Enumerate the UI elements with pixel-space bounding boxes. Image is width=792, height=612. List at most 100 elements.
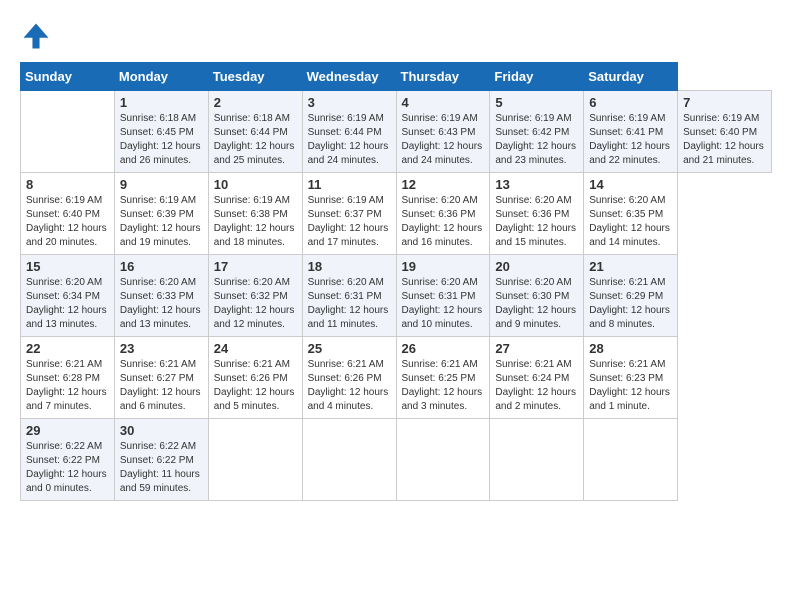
weekday-header-sunday: Sunday bbox=[21, 63, 115, 91]
day-number: 25 bbox=[308, 341, 391, 356]
calendar-day-cell: 21Sunrise: 6:21 AMSunset: 6:29 PMDayligh… bbox=[584, 255, 678, 337]
calendar-day-cell: 4 Sunrise: 6:19 AMSunset: 6:43 PMDaylight… bbox=[396, 91, 490, 173]
day-number: 13 bbox=[495, 177, 578, 192]
day-number: 18 bbox=[308, 259, 391, 274]
day-info: Sunrise: 6:19 AMSunset: 6:43 PMDaylight:… bbox=[402, 112, 485, 168]
day-number: 22 bbox=[26, 341, 109, 356]
calendar-day-cell: 24 Sunrise: 6:21 AMSunset: 6:26 PMDayligh… bbox=[208, 337, 302, 419]
day-info: Sunrise: 6:21 AMSunset: 6:24 PMDaylight:… bbox=[495, 358, 578, 414]
day-number: 2 bbox=[214, 95, 297, 110]
calendar-day-cell: 27 Sunrise: 6:21 AMSunset: 6:24 PMDayligh… bbox=[490, 337, 584, 419]
day-number: 28 bbox=[589, 341, 672, 356]
calendar-day-cell: 20 Sunrise: 6:20 AMSunset: 6:30 PMDayligh… bbox=[490, 255, 584, 337]
calendar-day-cell bbox=[208, 419, 302, 501]
calendar-day-cell: 28 Sunrise: 6:21 AMSunset: 6:23 PMDayligh… bbox=[584, 337, 678, 419]
weekday-header-wednesday: Wednesday bbox=[302, 63, 396, 91]
day-number: 20 bbox=[495, 259, 578, 274]
calendar-day-cell: 10 Sunrise: 6:19 AMSunset: 6:38 PMDayligh… bbox=[208, 173, 302, 255]
calendar-header-row: SundayMondayTuesdayWednesdayThursdayFrid… bbox=[21, 63, 772, 91]
day-info: Sunrise: 6:21 AMSunset: 6:25 PMDaylight:… bbox=[402, 358, 485, 414]
logo-icon bbox=[20, 20, 52, 52]
day-info: Sunrise: 6:22 AMSunset: 6:22 PMDaylight:… bbox=[120, 440, 203, 496]
day-number: 12 bbox=[402, 177, 485, 192]
day-number: 30 bbox=[120, 423, 203, 438]
page-header bbox=[20, 20, 772, 52]
day-info: Sunrise: 6:21 AMSunset: 6:26 PMDaylight:… bbox=[214, 358, 297, 414]
day-info: Sunrise: 6:20 AMSunset: 6:31 PMDaylight:… bbox=[308, 276, 391, 332]
day-info: Sunrise: 6:20 AMSunset: 6:30 PMDaylight:… bbox=[495, 276, 578, 332]
day-number: 14 bbox=[589, 177, 672, 192]
calendar-day-cell bbox=[584, 419, 678, 501]
calendar-day-cell bbox=[490, 419, 584, 501]
weekday-header-friday: Friday bbox=[490, 63, 584, 91]
calendar-day-cell: 18 Sunrise: 6:20 AMSunset: 6:31 PMDayligh… bbox=[302, 255, 396, 337]
day-info: Sunrise: 6:20 AMSunset: 6:32 PMDaylight:… bbox=[214, 276, 297, 332]
day-info: Sunrise: 6:19 AMSunset: 6:42 PMDaylight:… bbox=[495, 112, 578, 168]
day-info: Sunrise: 6:21 AMSunset: 6:23 PMDaylight:… bbox=[589, 358, 672, 414]
day-number: 26 bbox=[402, 341, 485, 356]
day-info: Sunrise: 6:20 AMSunset: 6:33 PMDaylight:… bbox=[120, 276, 203, 332]
calendar-day-cell: 17 Sunrise: 6:20 AMSunset: 6:32 PMDayligh… bbox=[208, 255, 302, 337]
calendar-day-cell: 11 Sunrise: 6:19 AMSunset: 6:37 PMDayligh… bbox=[302, 173, 396, 255]
calendar-day-cell: 3 Sunrise: 6:19 AMSunset: 6:44 PMDaylight… bbox=[302, 91, 396, 173]
calendar-day-cell: 30 Sunrise: 6:22 AMSunset: 6:22 PMDayligh… bbox=[114, 419, 208, 501]
day-info: Sunrise: 6:20 AMSunset: 6:35 PMDaylight:… bbox=[589, 194, 672, 250]
day-info: Sunrise: 6:19 AMSunset: 6:38 PMDaylight:… bbox=[214, 194, 297, 250]
calendar-day-cell: 2Sunrise: 6:18 AMSunset: 6:44 PMDaylight… bbox=[208, 91, 302, 173]
weekday-header-saturday: Saturday bbox=[584, 63, 678, 91]
calendar-day-cell: 14 Sunrise: 6:20 AMSunset: 6:35 PMDayligh… bbox=[584, 173, 678, 255]
calendar-day-cell: 1Sunrise: 6:18 AMSunset: 6:45 PMDaylight… bbox=[114, 91, 208, 173]
day-number: 24 bbox=[214, 341, 297, 356]
calendar-day-cell: 29 Sunrise: 6:22 AMSunset: 6:22 PMDayligh… bbox=[21, 419, 115, 501]
day-number: 27 bbox=[495, 341, 578, 356]
day-number: 17 bbox=[214, 259, 297, 274]
day-number: 10 bbox=[214, 177, 297, 192]
day-number: 7 bbox=[683, 95, 766, 110]
weekday-header-monday: Monday bbox=[114, 63, 208, 91]
day-number: 16 bbox=[120, 259, 203, 274]
logo bbox=[20, 20, 56, 52]
day-number: 15 bbox=[26, 259, 109, 274]
day-info: Sunrise: 6:20 AMSunset: 6:36 PMDaylight:… bbox=[402, 194, 485, 250]
day-number: 21 bbox=[589, 259, 672, 274]
day-number: 6 bbox=[589, 95, 672, 110]
day-info: Sunrise: 6:21 AMSunset: 6:28 PMDaylight:… bbox=[26, 358, 109, 414]
calendar-table: SundayMondayTuesdayWednesdayThursdayFrid… bbox=[20, 62, 772, 501]
calendar-day-cell: 8Sunrise: 6:19 AMSunset: 6:40 PMDaylight… bbox=[21, 173, 115, 255]
day-number: 8 bbox=[26, 177, 109, 192]
day-number: 4 bbox=[402, 95, 485, 110]
calendar-day-cell: 12 Sunrise: 6:20 AMSunset: 6:36 PMDayligh… bbox=[396, 173, 490, 255]
day-number: 5 bbox=[495, 95, 578, 110]
weekday-header-thursday: Thursday bbox=[396, 63, 490, 91]
calendar-day-cell: 22 Sunrise: 6:21 AMSunset: 6:28 PMDayligh… bbox=[21, 337, 115, 419]
day-number: 29 bbox=[26, 423, 109, 438]
day-info: Sunrise: 6:22 AMSunset: 6:22 PMDaylight:… bbox=[26, 440, 109, 496]
day-info: Sunrise: 6:20 AMSunset: 6:36 PMDaylight:… bbox=[495, 194, 578, 250]
day-info: Sunrise: 6:19 AMSunset: 6:40 PMDaylight:… bbox=[683, 112, 766, 168]
calendar-day-cell bbox=[21, 91, 115, 173]
calendar-day-cell: 5 Sunrise: 6:19 AMSunset: 6:42 PMDaylight… bbox=[490, 91, 584, 173]
calendar-day-cell: 25 Sunrise: 6:21 AMSunset: 6:26 PMDayligh… bbox=[302, 337, 396, 419]
day-info: Sunrise: 6:19 AMSunset: 6:41 PMDaylight:… bbox=[589, 112, 672, 168]
calendar-day-cell: 13 Sunrise: 6:20 AMSunset: 6:36 PMDayligh… bbox=[490, 173, 584, 255]
day-info: Sunrise: 6:21 AMSunset: 6:26 PMDaylight:… bbox=[308, 358, 391, 414]
calendar-day-cell: 6 Sunrise: 6:19 AMSunset: 6:41 PMDaylight… bbox=[584, 91, 678, 173]
day-info: Sunrise: 6:19 AMSunset: 6:37 PMDaylight:… bbox=[308, 194, 391, 250]
day-info: Sunrise: 6:20 AMSunset: 6:31 PMDaylight:… bbox=[402, 276, 485, 332]
calendar-week-row: 1Sunrise: 6:18 AMSunset: 6:45 PMDaylight… bbox=[21, 91, 772, 173]
day-info: Sunrise: 6:19 AMSunset: 6:39 PMDaylight:… bbox=[120, 194, 203, 250]
day-number: 3 bbox=[308, 95, 391, 110]
calendar-day-cell: 15Sunrise: 6:20 AMSunset: 6:34 PMDayligh… bbox=[21, 255, 115, 337]
day-number: 9 bbox=[120, 177, 203, 192]
calendar-week-row: 15Sunrise: 6:20 AMSunset: 6:34 PMDayligh… bbox=[21, 255, 772, 337]
day-info: Sunrise: 6:21 AMSunset: 6:27 PMDaylight:… bbox=[120, 358, 203, 414]
calendar-day-cell: 23Sunrise: 6:21 AMSunset: 6:27 PMDayligh… bbox=[114, 337, 208, 419]
calendar-day-cell: 19Sunrise: 6:20 AMSunset: 6:31 PMDayligh… bbox=[396, 255, 490, 337]
calendar-day-cell: 26 Sunrise: 6:21 AMSunset: 6:25 PMDayligh… bbox=[396, 337, 490, 419]
calendar-day-cell: 16 Sunrise: 6:20 AMSunset: 6:33 PMDayligh… bbox=[114, 255, 208, 337]
day-number: 11 bbox=[308, 177, 391, 192]
calendar-day-cell bbox=[302, 419, 396, 501]
calendar-day-cell bbox=[396, 419, 490, 501]
day-info: Sunrise: 6:19 AMSunset: 6:44 PMDaylight:… bbox=[308, 112, 391, 168]
calendar-week-row: 22 Sunrise: 6:21 AMSunset: 6:28 PMDayligh… bbox=[21, 337, 772, 419]
